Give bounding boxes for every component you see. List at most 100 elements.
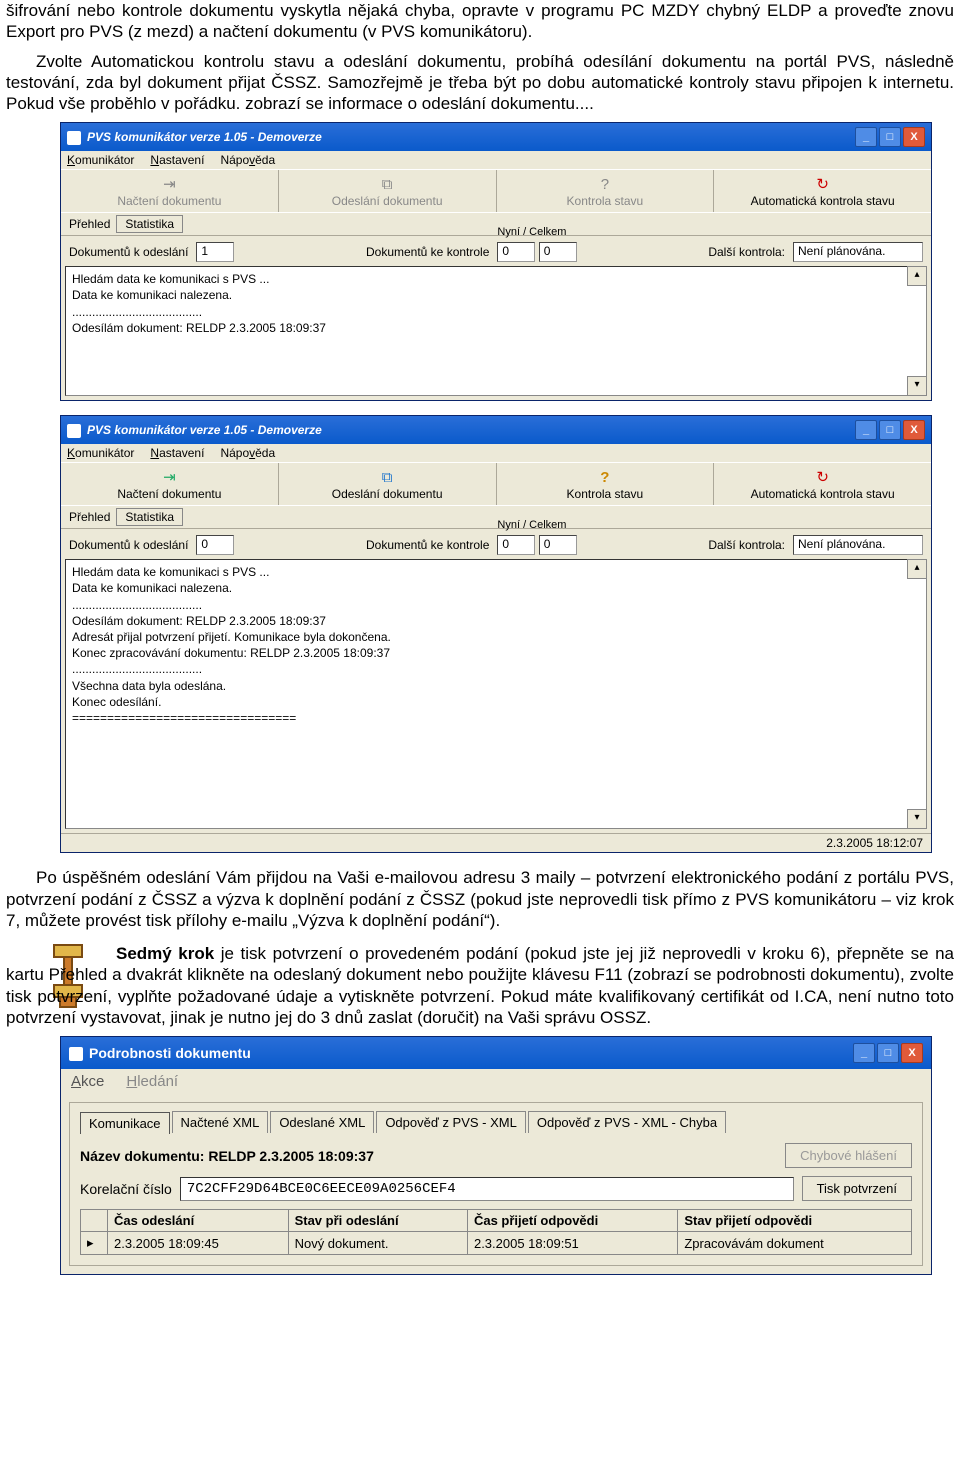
toolbar: ⇥Načtení dokumentu ⧉Odeslání dokumentu ?… [61,169,931,236]
cell-stav-prijeti: Zpracovávám dokument [678,1232,912,1255]
log-line: Konec odesílání. [72,694,920,710]
table-row[interactable]: ▸ 2.3.2005 18:09:45 Nový dokument. 2.3.2… [81,1232,912,1255]
btn-tisk-potvrzeni[interactable]: Tisk potvrzení [802,1176,912,1201]
btn-chybove-hlaseni[interactable]: Chybové hlášení [785,1143,912,1168]
scroll-up-icon[interactable]: ▴ [907,559,927,579]
log-area-2[interactable]: Hledám data ke komunikaci s PVS ... Data… [65,559,927,829]
menu-komunikator[interactable]: Komunikátor [67,446,134,460]
table-header-row: Čas odeslání Stav při odeslání Čas přije… [81,1210,912,1232]
tool-odeslani[interactable]: ⧉Odeslání dokumentu [279,170,497,212]
lbl-dok-kontrole: Dokumentů ke kontrole [366,538,489,552]
app-icon [69,1047,83,1061]
status-time: 2.3.2005 18:12:07 [826,836,923,850]
titlebar[interactable]: PVS komunikátor verze 1.05 - Demoverze _… [61,123,931,151]
tab-prehled[interactable]: Přehled [69,510,110,524]
log-line: Hledám data ke komunikaci s PVS ... [72,564,920,580]
scroll-up-icon[interactable]: ▴ [907,266,927,286]
status-bar: 2.3.2005 18:12:07 [61,833,931,852]
doc-name-label: Název dokumentu: RELDP 2.3.2005 18:09:37 [80,1148,374,1164]
tool-nacteni[interactable]: ⇥Načtení dokumentu [61,170,279,212]
tool-auto-kontrola[interactable]: ↻Automatická kontrola stavu [714,170,931,212]
lbl-korelacni-cislo: Korelační číslo [80,1181,172,1197]
tool-auto-label: Automatická kontrola stavu [751,487,895,501]
tool-kontrola[interactable]: ?Kontrola stavu [497,463,715,505]
val-dalsi-kontrola: Není plánována. [793,535,923,555]
log-line: Odesílám dokument: RELDP 2.3.2005 18:09:… [72,613,920,629]
tab-komunikace[interactable]: Komunikace [80,1112,170,1134]
minimize-button[interactable]: _ [853,1043,875,1063]
menu-napoveda[interactable]: Nápověda [220,446,275,460]
inner-panel: Komunikace Načtené XML Odeslané XML Odpo… [69,1102,923,1266]
lbl-dalsi-kontrola: Další kontrola: [708,538,785,552]
reload-icon: ↻ [718,176,927,194]
check-icon: ? [501,176,710,194]
val-nyni: 0 [497,535,535,555]
cell-cas-odeslani: 2.3.2005 18:09:45 [108,1232,289,1255]
tab-statistika[interactable]: Statistika [116,508,183,526]
tab-odpoved-xml[interactable]: Odpověď z PVS - XML [376,1111,526,1133]
menubar: Akce Hledání [61,1069,931,1094]
tab-nactene-xml[interactable]: Načtené XML [172,1111,269,1133]
app-icon [67,131,81,145]
paragraph-1: šifrování nebo kontrole dokumentu vyskyt… [6,0,954,43]
log-line: Hledám data ke komunikaci s PVS ... [72,271,920,287]
menu-komunikator[interactable]: Komunikátor [67,153,134,167]
counters-row: Dokumentů k odeslání 1 Dokumentů ke kont… [61,236,931,266]
app-icon [67,424,81,438]
reload-icon: ↻ [718,469,927,487]
maximize-button[interactable]: □ [879,420,901,440]
cell-cas-prijeti: 2.3.2005 18:09:51 [467,1232,677,1255]
lbl-dalsi-kontrola: Další kontrola: [708,245,785,259]
tab-prehled[interactable]: Přehled [69,217,110,231]
menu-hledani[interactable]: Hledání [126,1073,178,1090]
tab-odeslane-xml[interactable]: Odeslané XML [270,1111,374,1133]
send-icon: ⧉ [283,176,492,194]
minimize-button[interactable]: _ [855,127,877,147]
val-celkem: 0 [539,242,577,262]
maximize-button[interactable]: □ [879,127,901,147]
tool-auto-label: Automatická kontrola stavu [751,194,895,208]
tool-auto-kontrola[interactable]: ↻Automatická kontrola stavu [714,463,931,505]
tool-nacteni[interactable]: ⇥Načtení dokumentu [61,463,279,505]
log-line: ....................................... [72,597,920,613]
tool-nacteni-label: Načtení dokumentu [117,194,221,208]
menu-nastaveni[interactable]: Nastavení [150,153,204,167]
tool-kontrola[interactable]: ?Kontrola stavu [497,170,715,212]
pvs-window-2: PVS komunikátor verze 1.05 - Demoverze _… [60,415,932,853]
import-icon: ⇥ [65,176,274,194]
log-line: ....................................... [72,304,920,320]
log-line: Adresát přijal potvrzení přijetí. Komuni… [72,629,920,645]
col-cas-prijeti: Čas přijetí odpovědi [467,1210,677,1232]
menu-napoveda[interactable]: Nápověda [220,153,275,167]
log-line: Data ke komunikaci nalezena. [72,287,920,303]
log-area-1[interactable]: Hledám data ke komunikaci s PVS ... Data… [65,266,927,396]
minimize-button[interactable]: _ [855,420,877,440]
close-button[interactable]: X [903,127,925,147]
val-dok-odeslani: 0 [196,535,234,555]
tab-statistika[interactable]: Statistika [116,215,183,233]
tab-odpoved-xml-chyba[interactable]: Odpověď z PVS - XML - Chyba [528,1111,726,1133]
window-title: PVS komunikátor verze 1.05 - Demoverze [87,130,322,144]
menubar: Komunikátor Nastavení Nápověda [61,444,931,462]
tool-kontrola-label: Kontrola stavu [567,194,644,208]
titlebar[interactable]: Podrobnosti dokumentu _ □ X [61,1037,931,1069]
maximize-button[interactable]: □ [877,1043,899,1063]
close-button[interactable]: X [901,1043,923,1063]
log-line: Data ke komunikaci nalezena. [72,580,920,596]
menubar: Komunikátor Nastavení Nápověda [61,151,931,169]
close-button[interactable]: X [903,420,925,440]
menu-akce[interactable]: Akce [71,1073,104,1090]
menu-nastaveni[interactable]: Nastavení [150,446,204,460]
history-table: Čas odeslání Stav při odeslání Čas přije… [80,1209,912,1255]
input-korelacni-cislo[interactable]: 7C2CFF29D64BCE0C6EECE09A0256CEF4 [180,1177,794,1201]
scroll-down-icon[interactable]: ▾ [907,376,927,396]
detail-window: Podrobnosti dokumentu _ □ X Akce Hledání… [60,1036,932,1275]
col-pointer [81,1210,108,1232]
tool-odeslani[interactable]: ⧉Odeslání dokumentu [279,463,497,505]
send-icon: ⧉ [283,469,492,487]
log-line: Všechna data byla odeslána. [72,678,920,694]
titlebar[interactable]: PVS komunikátor verze 1.05 - Demoverze _… [61,416,931,444]
val-dalsi-kontrola: Není plánována. [793,242,923,262]
window-title: Podrobnosti dokumentu [89,1045,251,1061]
scroll-down-icon[interactable]: ▾ [907,809,927,829]
